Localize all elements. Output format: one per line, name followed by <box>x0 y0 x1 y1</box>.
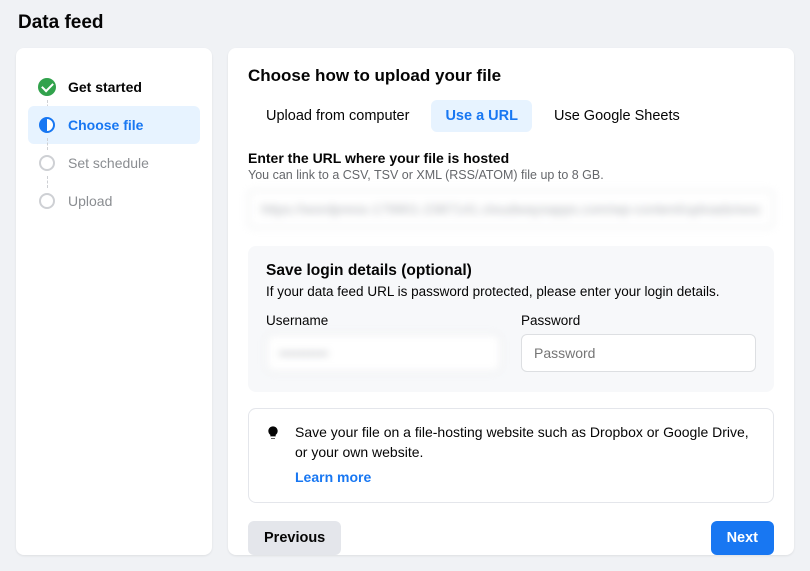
url-field-label: Enter the URL where your file is hosted <box>248 150 774 166</box>
password-input[interactable] <box>521 334 756 372</box>
step-label: Choose file <box>68 117 143 133</box>
empty-circle-icon <box>38 154 56 172</box>
login-details-card: Save login details (optional) If your da… <box>248 246 774 392</box>
previous-button[interactable]: Previous <box>248 521 341 555</box>
half-circle-icon <box>38 116 56 134</box>
login-heading: Save login details (optional) <box>266 262 756 280</box>
learn-more-link[interactable]: Learn more <box>295 468 371 488</box>
next-button[interactable]: Next <box>711 521 774 555</box>
feed-url-input[interactable] <box>248 190 774 228</box>
username-label: Username <box>266 313 501 328</box>
login-sub: If your data feed URL is password protec… <box>266 284 756 299</box>
main-panel: Choose how to upload your file Upload fr… <box>228 48 794 555</box>
step-label: Upload <box>68 193 112 209</box>
tip-card: Save your file on a file-hosting website… <box>248 408 774 503</box>
main-heading: Choose how to upload your file <box>248 66 774 86</box>
url-field-help: You can link to a CSV, TSV or XML (RSS/A… <box>248 168 774 182</box>
password-label: Password <box>521 313 756 328</box>
step-choose-file[interactable]: Choose file <box>28 106 200 144</box>
tip-text: Save your file on a file-hosting website… <box>295 424 749 460</box>
upload-method-tabs: Upload from computer Use a URL Use Googl… <box>248 100 774 132</box>
empty-circle-icon <box>38 192 56 210</box>
step-set-schedule[interactable]: Set schedule <box>28 144 200 182</box>
tab-use-url[interactable]: Use a URL <box>431 100 532 132</box>
tab-google-sheets[interactable]: Use Google Sheets <box>540 100 694 132</box>
step-label: Get started <box>68 79 142 95</box>
step-label: Set schedule <box>68 155 149 171</box>
lightbulb-icon <box>265 425 281 441</box>
tab-upload-computer[interactable]: Upload from computer <box>252 100 423 132</box>
step-upload[interactable]: Upload <box>28 182 200 220</box>
step-get-started[interactable]: Get started <box>28 68 200 106</box>
page-title: Data feed <box>18 12 794 34</box>
steps-sidebar: Get started Choose file Set schedule Upl… <box>16 48 212 555</box>
check-circle-icon <box>38 78 56 96</box>
username-input[interactable] <box>266 334 501 372</box>
